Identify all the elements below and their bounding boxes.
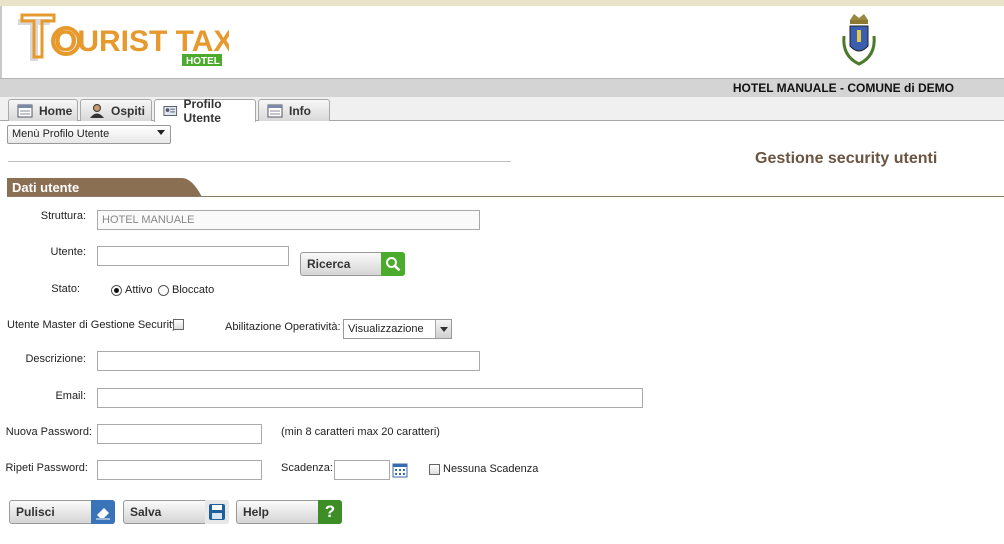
- scadenza-label: Scadenza:: [281, 462, 333, 474]
- utente-label: Utente:: [50, 246, 86, 258]
- section-divider: [7, 196, 1004, 197]
- profile-menu-select-value: Menù Profilo Utente: [12, 128, 110, 140]
- salva-button-label: Salva: [130, 505, 162, 519]
- ricerca-button-label: Ricerca: [307, 257, 351, 271]
- stato-bloccato-label: Bloccato: [172, 284, 215, 296]
- tab-info[interactable]: Info: [258, 99, 330, 121]
- search-icon: [381, 252, 405, 276]
- salva-button[interactable]: Salva: [123, 500, 229, 524]
- hotel-name: HOTEL MANUALE - COMUNE di DEMO: [732, 81, 954, 95]
- info-bar: HOTEL MANUALE - COMUNE di DEMO: [0, 78, 1004, 97]
- id-card-icon: [163, 106, 178, 116]
- calendar-icon[interactable]: [392, 462, 408, 478]
- chevron-down-icon: [157, 130, 165, 135]
- nuova-password-label: Nuova Password:: [5, 426, 92, 438]
- scadenza-input[interactable]: [334, 460, 390, 480]
- nessuna-scadenza-checkbox[interactable]: [429, 464, 440, 475]
- ricerca-button[interactable]: Ricerca: [300, 252, 405, 276]
- ripeti-password-input[interactable]: [97, 460, 262, 480]
- floppy-disk-icon: [205, 500, 229, 524]
- chevron-down-icon: [435, 320, 451, 338]
- struttura-field[interactable]: HOTEL MANUALE: [97, 210, 480, 230]
- home-window-icon: [17, 104, 33, 117]
- pulisci-button-label: Pulisci: [16, 505, 55, 519]
- abilitazione-label: Abilitazione Operatività:: [225, 321, 341, 333]
- section-title: Dati utente: [12, 180, 80, 195]
- abilitazione-select[interactable]: Visualizzazione: [343, 319, 452, 339]
- stato-attivo-label: Attivo: [125, 284, 153, 296]
- divider: [8, 161, 511, 162]
- municipal-crest-icon: [842, 14, 876, 66]
- pulisci-button[interactable]: Pulisci: [9, 500, 115, 524]
- ripeti-password-label: Ripeti Password:: [5, 462, 88, 474]
- tab-bar: Home Ospiti Profilo Utente Info: [0, 97, 1004, 125]
- stato-bloccato-radio[interactable]: [158, 285, 169, 296]
- tab-ospiti[interactable]: Ospiti: [80, 99, 152, 121]
- header: OURIST TAX HOTEL: [0, 6, 1004, 78]
- logo-text: OURIST TAX: [54, 25, 229, 58]
- info-window-icon: [267, 104, 283, 117]
- page-title: Gestione security utenti: [755, 150, 938, 167]
- abilitazione-select-value: Visualizzazione: [348, 323, 424, 335]
- email-label: Email:: [55, 390, 86, 402]
- eraser-icon: [91, 500, 115, 524]
- descrizione-label: Descrizione:: [25, 353, 86, 365]
- question-mark-icon: ?: [318, 500, 342, 524]
- descrizione-input[interactable]: [97, 351, 480, 371]
- logo-sub-text: HOTEL: [186, 56, 220, 67]
- person-icon: [90, 103, 104, 118]
- utente-input[interactable]: [97, 246, 289, 266]
- help-button-label: Help: [243, 505, 270, 519]
- password-hint: (min 8 caratteri max 20 caratteri): [281, 426, 440, 438]
- stato-label: Stato:: [51, 283, 80, 295]
- profile-menu-select[interactable]: Menù Profilo Utente: [7, 125, 171, 144]
- tab-ospiti-label: Ospiti: [111, 103, 146, 118]
- nessuna-scadenza-label: Nessuna Scadenza: [443, 463, 539, 475]
- tab-profilo-utente[interactable]: Profilo Utente: [154, 97, 256, 125]
- help-button[interactable]: Help ?: [236, 500, 342, 524]
- tab-info-label: Info: [289, 103, 311, 118]
- tourist-tax-logo: OURIST TAX HOTEL: [18, 13, 229, 67]
- stato-attivo-radio[interactable]: [111, 285, 122, 296]
- email-input[interactable]: [97, 388, 643, 408]
- nuova-password-input[interactable]: [97, 424, 262, 444]
- tab-home-label: Home: [39, 103, 73, 118]
- master-checkbox[interactable]: [173, 319, 184, 330]
- master-label: Utente Master di Gestione Security: [7, 319, 178, 331]
- struttura-label: Struttura:: [40, 210, 86, 222]
- tab-profilo-utente-label: Profilo Utente: [183, 97, 222, 125]
- tab-home[interactable]: Home: [8, 99, 78, 121]
